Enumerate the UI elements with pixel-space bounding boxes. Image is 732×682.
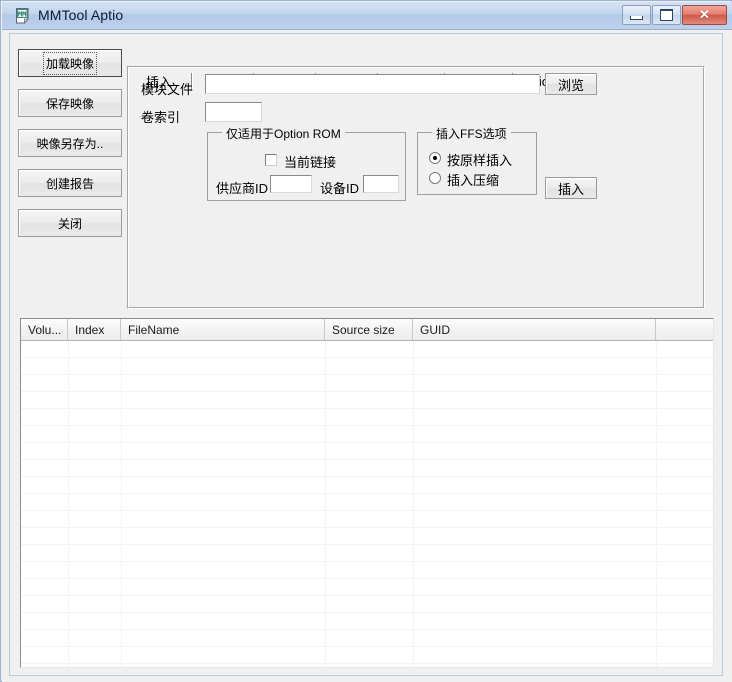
insert-button[interactable]: 插入 bbox=[545, 177, 597, 199]
radio-insert-as-is[interactable] bbox=[429, 152, 441, 164]
list-body[interactable] bbox=[21, 341, 713, 667]
table-row[interactable] bbox=[21, 409, 713, 426]
close-app-button[interactable]: 关闭 bbox=[18, 209, 122, 237]
minimize-button[interactable] bbox=[622, 5, 651, 25]
browse-button[interactable]: 浏览 bbox=[545, 73, 597, 95]
create-report-button[interactable]: 创建报告 bbox=[18, 169, 122, 197]
load-image-label: 加载映像 bbox=[42, 51, 98, 75]
column-index[interactable]: Index bbox=[68, 319, 121, 340]
current-link-checkbox[interactable] bbox=[265, 154, 277, 166]
device-id-input[interactable] bbox=[363, 175, 399, 193]
client-area: 加载映像 保存映像 映像另存为.. 创建报告 关闭 插入 替换 删除 提取 CP… bbox=[2, 30, 732, 682]
radio-insert-compressed[interactable] bbox=[429, 172, 441, 184]
ffs-options-group: 插入FFS选项 按原样插入 插入压缩 bbox=[417, 125, 537, 195]
table-row[interactable] bbox=[21, 341, 713, 358]
table-row[interactable] bbox=[21, 358, 713, 375]
application-window: MM MMTool Aptio ✕ 加载映像 保存映像 映像另存为.. 创建报告… bbox=[0, 0, 732, 682]
maximize-icon bbox=[653, 6, 680, 24]
title-bar[interactable]: MM MMTool Aptio ✕ bbox=[2, 2, 732, 30]
save-image-label: 保存映像 bbox=[45, 96, 94, 111]
grid-line bbox=[68, 341, 69, 667]
ffs-options-group-title: 插入FFS选项 bbox=[432, 125, 511, 142]
insert-label: 插入 bbox=[557, 181, 584, 197]
grid-line bbox=[656, 341, 657, 667]
table-row[interactable] bbox=[21, 613, 713, 630]
window-title: MMTool Aptio bbox=[38, 7, 124, 23]
save-image-button[interactable]: 保存映像 bbox=[18, 89, 122, 117]
list-header-row: Volu... Index FileName Source size GUID bbox=[21, 319, 713, 341]
option-rom-group: 仅适用于Option ROM 当前链接 供应商ID 设备ID bbox=[207, 125, 406, 201]
table-row[interactable] bbox=[21, 630, 713, 647]
device-id-label: 设备ID bbox=[320, 181, 360, 196]
column-guid[interactable]: GUID bbox=[413, 319, 656, 340]
create-report-label: 创建报告 bbox=[45, 176, 94, 191]
current-link-label: 当前链接 bbox=[284, 155, 337, 170]
table-row[interactable] bbox=[21, 596, 713, 613]
table-row[interactable] bbox=[21, 647, 713, 664]
load-image-button[interactable]: 加载映像 bbox=[18, 49, 122, 77]
close-icon: ✕ bbox=[699, 7, 710, 22]
save-image-as-button[interactable]: 映像另存为.. bbox=[18, 129, 122, 157]
table-row[interactable] bbox=[21, 545, 713, 562]
volume-index-input[interactable] bbox=[205, 102, 262, 122]
minimize-icon bbox=[623, 6, 650, 24]
volume-index-label: 卷索引 bbox=[141, 110, 181, 125]
grid-line bbox=[325, 341, 326, 667]
table-row[interactable] bbox=[21, 579, 713, 596]
close-window-button[interactable]: ✕ bbox=[682, 5, 727, 25]
grid-line bbox=[413, 341, 414, 667]
table-row[interactable] bbox=[21, 511, 713, 528]
close-app-label: 关闭 bbox=[57, 216, 82, 231]
table-row[interactable] bbox=[21, 443, 713, 460]
vendor-id-label: 供应商ID bbox=[216, 181, 269, 196]
column-volume[interactable]: Volu... bbox=[21, 319, 68, 340]
save-image-as-label: 映像另存为.. bbox=[36, 136, 104, 151]
svg-text:MM: MM bbox=[18, 10, 26, 18]
table-row[interactable] bbox=[21, 375, 713, 392]
table-row[interactable] bbox=[21, 528, 713, 545]
option-rom-group-title: 仅适用于Option ROM bbox=[222, 125, 345, 142]
module-file-input[interactable] bbox=[205, 74, 540, 94]
column-filename[interactable]: FileName bbox=[121, 319, 325, 340]
grid-line bbox=[121, 341, 122, 667]
radio-insert-as-is-label: 按原样插入 bbox=[447, 153, 513, 168]
vendor-id-input[interactable] bbox=[270, 175, 312, 193]
table-row[interactable] bbox=[21, 494, 713, 511]
table-row[interactable] bbox=[21, 426, 713, 443]
window-controls: ✕ bbox=[621, 5, 727, 26]
mmtool-app-icon: MM bbox=[15, 7, 33, 25]
table-row[interactable] bbox=[21, 664, 713, 667]
browse-label: 浏览 bbox=[557, 77, 584, 93]
table-row[interactable] bbox=[21, 477, 713, 494]
maximize-button[interactable] bbox=[652, 5, 681, 25]
table-row[interactable] bbox=[21, 460, 713, 477]
module-list-view[interactable]: Volu... Index FileName Source size GUID bbox=[20, 318, 714, 668]
column-extra[interactable] bbox=[656, 319, 713, 340]
radio-insert-compressed-label: 插入压缩 bbox=[447, 173, 500, 188]
table-row[interactable] bbox=[21, 562, 713, 579]
column-source-size[interactable]: Source size bbox=[325, 319, 413, 340]
table-row[interactable] bbox=[21, 392, 713, 409]
module-file-label: 模块文件 bbox=[141, 82, 194, 97]
